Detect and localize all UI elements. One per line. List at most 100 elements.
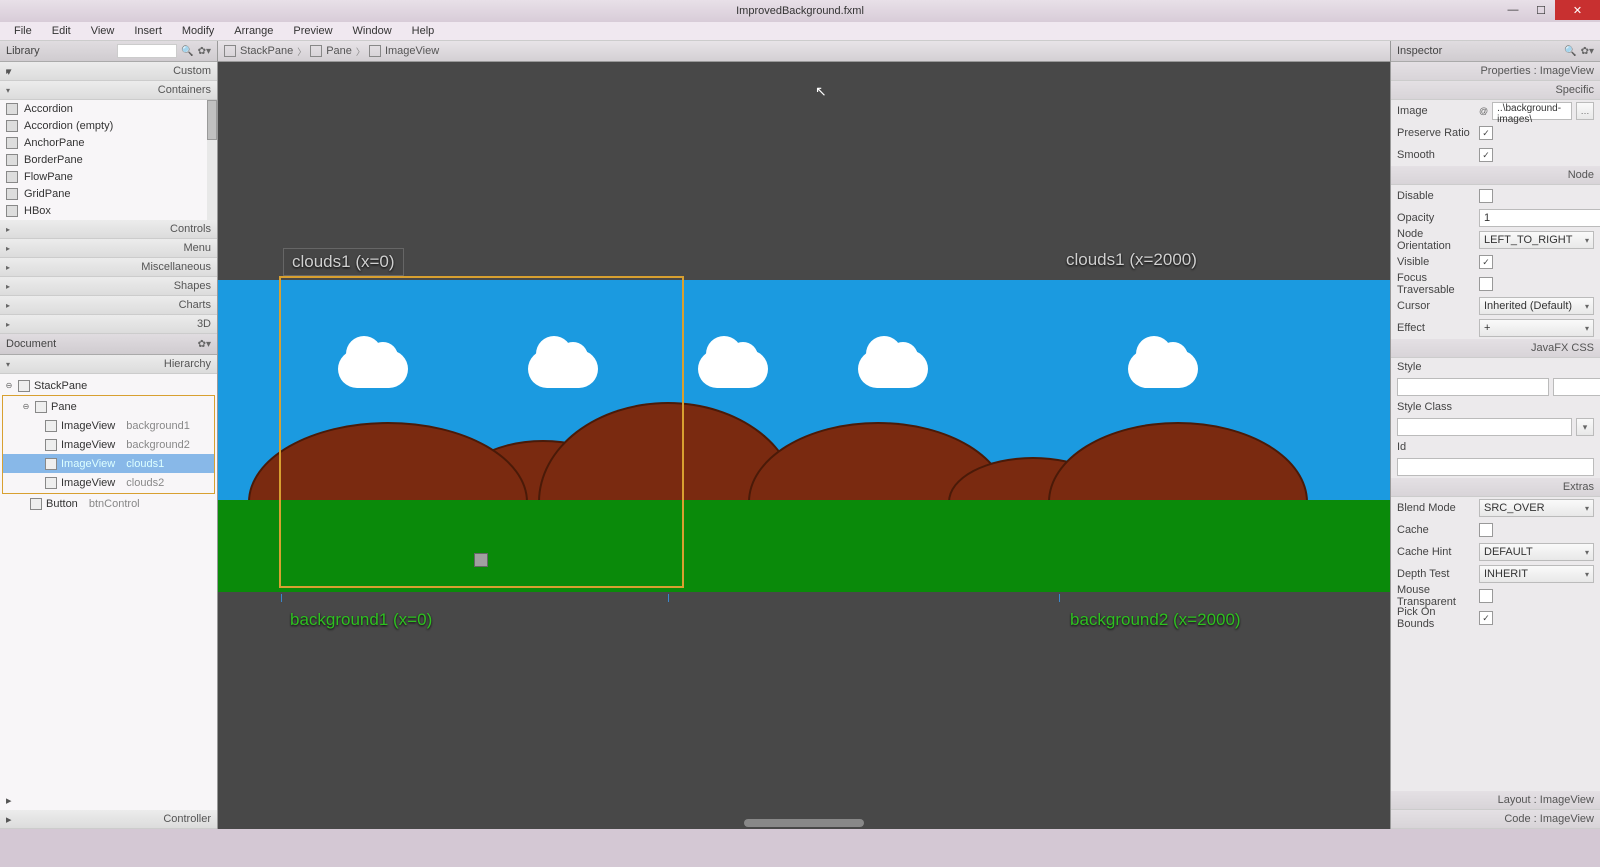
section-specific: Specific bbox=[1391, 81, 1600, 100]
button-icon bbox=[30, 498, 42, 510]
cloud bbox=[528, 350, 598, 388]
imageview-icon bbox=[45, 477, 57, 489]
mousetransparent-checkbox[interactable] bbox=[1479, 589, 1493, 603]
effect-combo[interactable]: + bbox=[1479, 319, 1594, 337]
category-shapes[interactable]: ▸Shapes bbox=[0, 277, 217, 296]
ground-region bbox=[218, 500, 1390, 592]
label-background1: background1 (x=0) bbox=[290, 610, 432, 630]
cursor-combo[interactable]: Inherited (Default) bbox=[1479, 297, 1594, 315]
opacity-field[interactable] bbox=[1479, 209, 1600, 227]
layout-footer[interactable]: ▸Layout : ImageView bbox=[1391, 791, 1600, 810]
library-header: Library 🔍 ✿▾ bbox=[0, 41, 217, 62]
cache-checkbox[interactable] bbox=[1479, 523, 1493, 537]
container-icon bbox=[6, 205, 18, 217]
orientation-combo[interactable]: LEFT_TO_RIGHT bbox=[1479, 231, 1594, 249]
tree-node-button[interactable]: Button btnControl bbox=[0, 494, 217, 513]
hierarchy-header[interactable]: ▾Hierarchy bbox=[0, 355, 217, 374]
menu-file[interactable]: File bbox=[6, 23, 40, 39]
tree-node-pane[interactable]: ⊖Pane bbox=[3, 397, 214, 416]
list-item[interactable]: HBox bbox=[0, 202, 217, 219]
list-item[interactable]: FlowPane bbox=[0, 168, 217, 185]
cloud bbox=[1128, 350, 1198, 388]
search-icon[interactable]: 🔍 bbox=[1564, 46, 1576, 57]
tree-node-bg1[interactable]: ImageView background1 bbox=[3, 416, 214, 435]
style-field-2[interactable] bbox=[1553, 378, 1600, 396]
tree-node-clouds1[interactable]: ImageView clouds1 bbox=[3, 454, 214, 473]
scrollbar[interactable] bbox=[207, 100, 217, 220]
menu-view[interactable]: View bbox=[83, 23, 123, 39]
menu-window[interactable]: Window bbox=[345, 23, 400, 39]
tree-node-bg2[interactable]: ImageView background2 bbox=[3, 435, 214, 454]
list-item[interactable]: BorderPane bbox=[0, 151, 217, 168]
close-button[interactable]: ✕ bbox=[1555, 0, 1600, 20]
focus-checkbox[interactable] bbox=[1479, 277, 1493, 291]
title-bar: ImprovedBackground.fxml — ☐ ✕ bbox=[0, 0, 1600, 22]
minimize-button[interactable]: — bbox=[1499, 0, 1527, 20]
properties-header[interactable]: ▾Properties : ImageView bbox=[1391, 62, 1600, 81]
visible-checkbox[interactable]: ✓ bbox=[1479, 255, 1493, 269]
menu-modify[interactable]: Modify bbox=[174, 23, 222, 39]
pickonbounds-checkbox[interactable]: ✓ bbox=[1479, 611, 1493, 625]
library-search[interactable] bbox=[117, 44, 177, 58]
category-3d[interactable]: ▸3D bbox=[0, 315, 217, 334]
hscrollbar[interactable] bbox=[218, 817, 1390, 829]
breadcrumb-stackpane[interactable]: StackPane bbox=[224, 45, 293, 57]
menu-edit[interactable]: Edit bbox=[44, 23, 79, 39]
category-misc[interactable]: ▸Miscellaneous bbox=[0, 258, 217, 277]
list-item[interactable]: Accordion bbox=[0, 100, 217, 117]
maximize-button[interactable]: ☐ bbox=[1527, 0, 1555, 20]
breadcrumb-pane[interactable]: Pane bbox=[310, 45, 352, 57]
depthtest-combo[interactable]: INHERIT bbox=[1479, 565, 1594, 583]
smooth-checkbox[interactable]: ✓ bbox=[1479, 148, 1493, 162]
blend-combo[interactable]: SRC_OVER bbox=[1479, 499, 1594, 517]
controller-footer[interactable]: ▸Controller bbox=[0, 810, 217, 829]
category-charts[interactable]: ▸Charts bbox=[0, 296, 217, 315]
disable-checkbox[interactable] bbox=[1479, 189, 1493, 203]
category-menu[interactable]: ▸Menu bbox=[0, 239, 217, 258]
chevron-right-icon: 〉 bbox=[356, 45, 365, 58]
cursor-icon: ↖ bbox=[815, 83, 827, 100]
cloud bbox=[858, 350, 928, 388]
browse-button[interactable]: … bbox=[1576, 102, 1594, 120]
stackpane-icon bbox=[18, 380, 30, 392]
category-controls[interactable]: ▸Controls bbox=[0, 220, 217, 239]
style-field[interactable] bbox=[1397, 378, 1549, 396]
category-custom[interactable]: ▸Custom bbox=[0, 62, 217, 81]
pane-icon bbox=[35, 401, 47, 413]
prop-image: Image @ ..\background-images\ … bbox=[1391, 100, 1600, 122]
code-footer[interactable]: ▸Code : ImageView bbox=[1391, 810, 1600, 829]
styleclass-field[interactable] bbox=[1397, 418, 1572, 436]
drag-handle[interactable] bbox=[474, 553, 488, 567]
container-icon bbox=[6, 171, 18, 183]
gear-icon[interactable]: ✿▾ bbox=[198, 46, 211, 57]
preserve-ratio-checkbox[interactable]: ✓ bbox=[1479, 126, 1493, 140]
design-canvas[interactable]: clouds1 (x=0) clouds1 (x=2000) bbox=[218, 62, 1390, 829]
list-item[interactable]: GridPane bbox=[0, 185, 217, 202]
section-node: Node bbox=[1391, 166, 1600, 185]
cachehint-combo[interactable]: DEFAULT bbox=[1479, 543, 1594, 561]
menu-preview[interactable]: Preview bbox=[285, 23, 340, 39]
list-item[interactable]: Accordion (empty) bbox=[0, 117, 217, 134]
tree-node-stackpane[interactable]: ⊖StackPane bbox=[0, 376, 217, 395]
breadcrumb: StackPane 〉 Pane 〉 ImageView bbox=[218, 41, 1390, 62]
imageview-icon bbox=[45, 439, 57, 451]
section-extras: Extras bbox=[1391, 478, 1600, 497]
chevron-right-icon: 〉 bbox=[297, 45, 306, 58]
search-icon[interactable]: 🔍 bbox=[181, 46, 193, 57]
id-field[interactable] bbox=[1397, 458, 1594, 476]
containers-list: Accordion Accordion (empty) AnchorPane B… bbox=[0, 100, 217, 220]
styleclass-button[interactable]: ▾ bbox=[1576, 418, 1594, 436]
tree-node-clouds2[interactable]: ImageView clouds2 bbox=[3, 473, 214, 492]
image-path-field[interactable]: ..\background-images\ bbox=[1492, 102, 1572, 120]
menu-arrange[interactable]: Arrange bbox=[226, 23, 281, 39]
category-containers[interactable]: ▾Containers bbox=[0, 81, 217, 100]
breadcrumb-imageview[interactable]: ImageView bbox=[369, 45, 439, 57]
cloud bbox=[338, 350, 408, 388]
gear-icon[interactable]: ✿▾ bbox=[198, 339, 211, 350]
container-icon bbox=[6, 154, 18, 166]
menu-insert[interactable]: Insert bbox=[126, 23, 170, 39]
gear-icon[interactable]: ✿▾ bbox=[1581, 46, 1594, 57]
menu-help[interactable]: Help bbox=[404, 23, 443, 39]
document-header: Document ✿▾ bbox=[0, 334, 217, 355]
list-item[interactable]: AnchorPane bbox=[0, 134, 217, 151]
